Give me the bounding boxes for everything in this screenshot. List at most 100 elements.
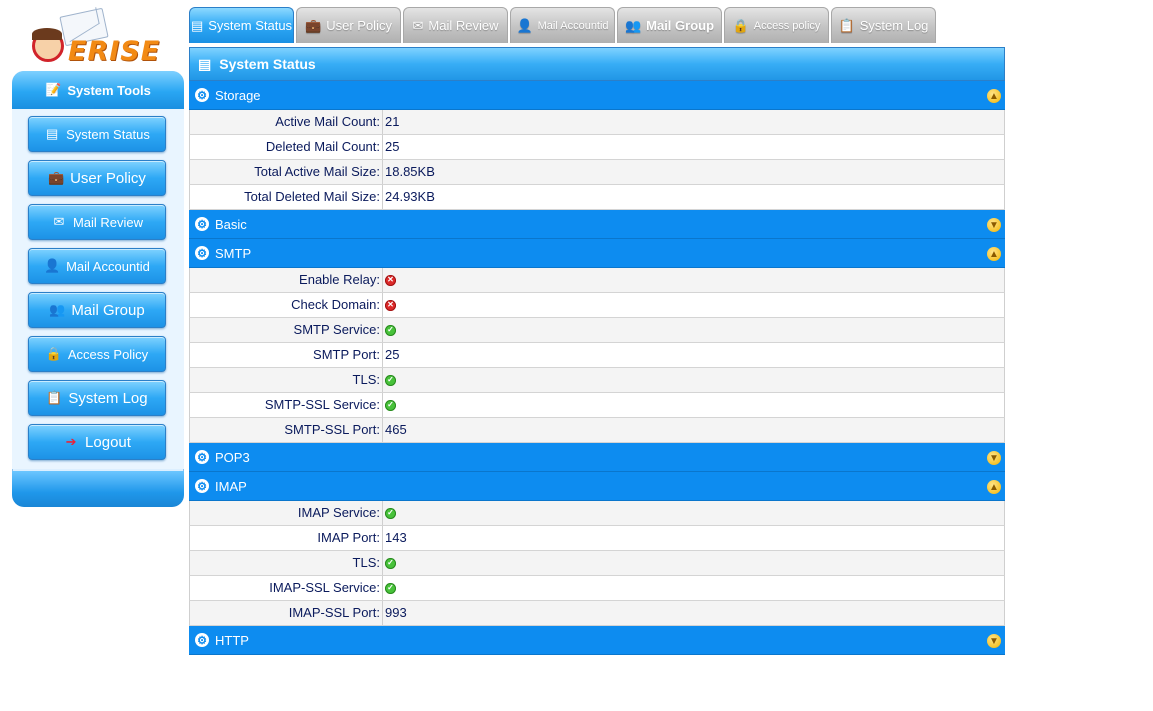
- sidebar-item-label: System Status: [66, 126, 150, 142]
- log-icon: 📋: [838, 17, 855, 33]
- section-title: Storage: [215, 87, 261, 103]
- gear-icon: ⚙: [195, 88, 209, 102]
- collapse-up-arrow-icon[interactable]: ▲: [987, 89, 1001, 103]
- row-label: IMAP-SSL Service:: [190, 576, 383, 600]
- sidebar-item-label: Access Policy: [67, 346, 149, 362]
- tab-label: System Status: [208, 18, 293, 33]
- table-row: IMAP-SSL Port: 993: [189, 601, 1005, 626]
- tab-label: System Log: [859, 18, 929, 33]
- gear-icon: ⚙: [195, 633, 209, 647]
- section-smtp-header[interactable]: ⚙ SMTP ▲: [189, 239, 1005, 268]
- server-icon: ▤: [198, 55, 212, 72]
- logo-text: ERISE: [68, 36, 161, 67]
- table-row: TLS: ✓: [189, 551, 1005, 576]
- notepad-icon: 📝: [45, 82, 62, 97]
- section-title: Basic: [215, 216, 247, 232]
- table-row: Check Domain: ✕: [189, 293, 1005, 318]
- row-label: TLS:: [190, 368, 383, 392]
- row-value: 18.85KB: [385, 164, 435, 179]
- sidebar-item-access-policy[interactable]: 🔒 Access Policy: [28, 336, 166, 372]
- tab-mail-review[interactable]: ✉ Mail Review: [403, 7, 508, 43]
- table-row: IMAP-SSL Service: ✓: [189, 576, 1005, 601]
- tab-user-policy[interactable]: 💼 User Policy: [296, 7, 401, 43]
- section-imap-header[interactable]: ⚙ IMAP ▲: [189, 472, 1005, 501]
- row-value: 21: [385, 114, 400, 129]
- collapse-up-arrow-icon[interactable]: ▲: [987, 480, 1001, 494]
- section-basic-header[interactable]: ⚙ Basic ▼: [189, 210, 1005, 239]
- section-title: HTTP: [215, 632, 249, 648]
- expand-down-arrow-icon[interactable]: ▼: [987, 451, 1001, 465]
- panel-title-bar: ▤ System Status: [189, 47, 1005, 81]
- row-label: Active Mail Count:: [190, 110, 383, 134]
- row-value: 993: [385, 605, 407, 620]
- sidebar-item-mail-group[interactable]: 👥 Mail Group: [28, 292, 166, 328]
- table-row: SMTP-SSL Port: 465: [189, 418, 1005, 443]
- row-label: Deleted Mail Count:: [190, 135, 383, 159]
- sidebar-item-mail-accountid[interactable]: 👤 Mail Accountid: [28, 248, 166, 284]
- row-label: SMTP Service:: [190, 318, 383, 342]
- tab-label: Access policy: [753, 19, 821, 32]
- row-label: Total Deleted Mail Size:: [190, 185, 383, 209]
- table-row: Total Deleted Mail Size: 24.93KB: [189, 185, 1005, 210]
- row-label: TLS:: [190, 551, 383, 575]
- page-title: System Status: [219, 56, 316, 72]
- enabled-status-icon: ✓: [385, 374, 396, 386]
- table-row: SMTP Port: 25: [189, 343, 1005, 368]
- sidebar-item-system-log[interactable]: 📋 System Log: [28, 380, 166, 416]
- lock-icon: 🔒: [732, 17, 749, 33]
- sidebar-item-mail-review[interactable]: ✉ Mail Review: [28, 204, 166, 240]
- row-label: SMTP Port:: [190, 343, 383, 367]
- tab-mail-accountid[interactable]: 👤 Mail Accountid: [510, 7, 615, 43]
- row-value: 143: [385, 530, 407, 545]
- table-row: IMAP Service: ✓: [189, 501, 1005, 526]
- briefcase-icon: 💼: [48, 170, 65, 185]
- storage-table: Active Mail Count: 21 Deleted Mail Count…: [189, 110, 1005, 210]
- tab-access-policy[interactable]: 🔒 Access policy: [724, 7, 829, 43]
- sidebar-item-label: Mail Review: [72, 214, 144, 230]
- expand-down-arrow-icon[interactable]: ▼: [987, 634, 1001, 648]
- collapse-up-arrow-icon[interactable]: ▲: [987, 247, 1001, 261]
- sidebar-item-label: Mail Group: [71, 301, 145, 319]
- row-value: 465: [385, 422, 407, 437]
- table-row: TLS: ✓: [189, 368, 1005, 393]
- sidebar-item-label: Logout: [85, 433, 131, 451]
- table-row: Deleted Mail Count: 25: [189, 135, 1005, 160]
- erise-logo: ERISE: [28, 7, 168, 68]
- user-icon: 👤: [516, 17, 533, 33]
- gear-icon: ⚙: [195, 479, 209, 493]
- envelope-icon: ✉: [53, 214, 65, 229]
- disabled-status-icon: ✕: [385, 299, 396, 311]
- row-value: 24.93KB: [385, 189, 435, 204]
- sidebar-item-system-status[interactable]: ▤ System Status: [28, 116, 166, 152]
- sidebar-item-user-policy[interactable]: 💼 User Policy: [28, 160, 166, 196]
- table-row: Enable Relay: ✕: [189, 268, 1005, 293]
- enabled-status-icon: ✓: [385, 324, 396, 336]
- row-value: 25: [385, 347, 400, 362]
- sidebar-item-label: User Policy: [70, 169, 146, 187]
- sidebar-title: System Tools: [67, 82, 151, 98]
- smtp-table: Enable Relay: ✕ Check Domain: ✕ SMTP Ser…: [189, 268, 1005, 443]
- sidebar-header: 📝 System Tools: [12, 71, 184, 109]
- main-panel: ▤ System Status ⚙ Storage ▲ Active Mail …: [189, 47, 1005, 655]
- row-label: SMTP-SSL Service:: [190, 393, 383, 417]
- enabled-status-icon: ✓: [385, 507, 396, 519]
- section-storage-header[interactable]: ⚙ Storage ▲: [189, 81, 1005, 110]
- expand-down-arrow-icon[interactable]: ▼: [987, 218, 1001, 232]
- tab-label: Mail Review: [428, 18, 499, 33]
- tab-system-log[interactable]: 📋 System Log: [831, 7, 936, 43]
- section-title: IMAP: [215, 478, 247, 494]
- row-label: Enable Relay:: [190, 268, 383, 292]
- group-icon: 👥: [624, 17, 642, 33]
- section-title: POP3: [215, 449, 250, 465]
- row-label: IMAP Service:: [190, 501, 383, 525]
- server-icon: ▤: [190, 17, 204, 33]
- logout-button[interactable]: ➔ Logout: [28, 424, 166, 460]
- group-icon: 👥: [49, 302, 66, 317]
- tab-label: User Policy: [326, 18, 392, 33]
- tab-system-status[interactable]: ▤ System Status: [189, 7, 294, 43]
- gear-icon: ⚙: [195, 246, 209, 260]
- tab-mail-group[interactable]: 👥 Mail Group: [617, 7, 722, 43]
- section-pop3-header[interactable]: ⚙ POP3 ▼: [189, 443, 1005, 472]
- section-http-header[interactable]: ⚙ HTTP ▼: [189, 626, 1005, 655]
- tab-label: Mail Accountid: [537, 19, 609, 32]
